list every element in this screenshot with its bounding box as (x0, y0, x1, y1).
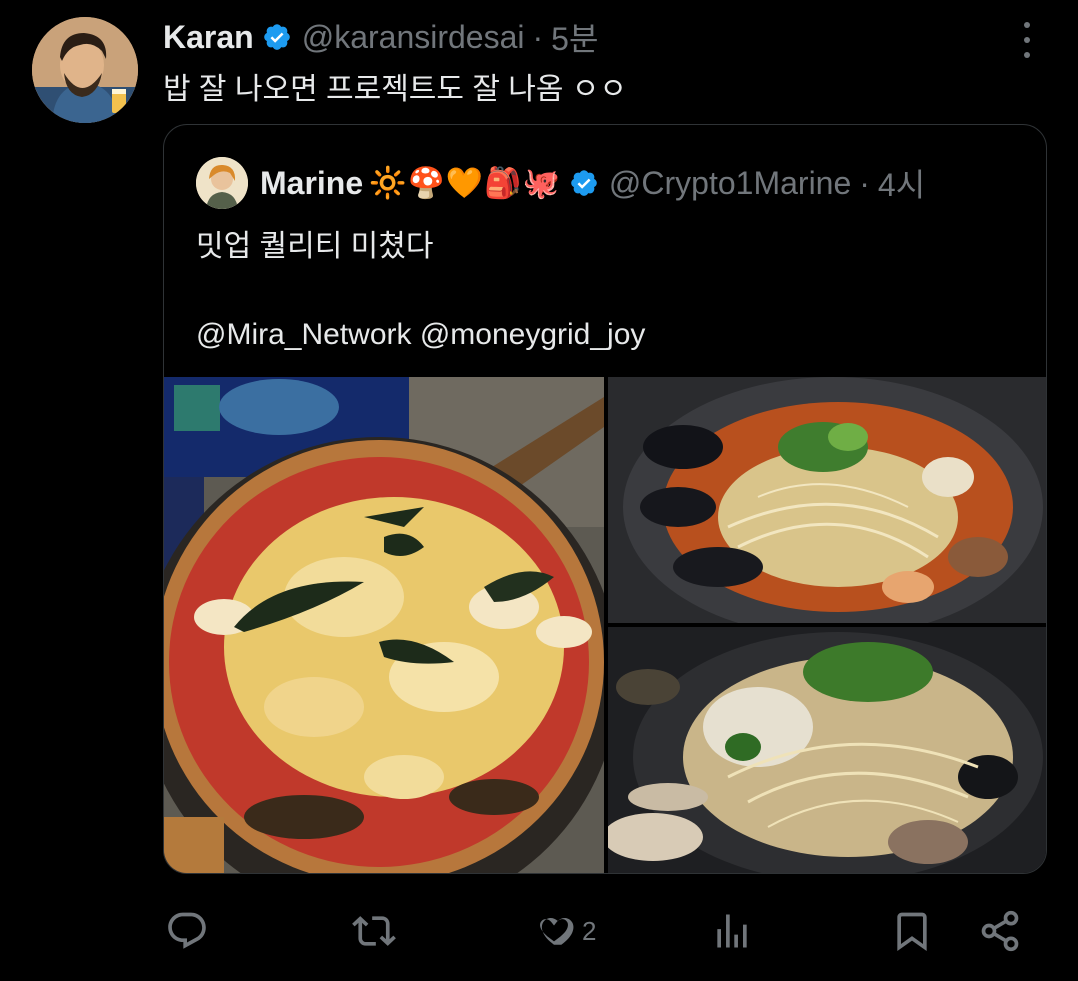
quoted-tweet-header: Marine 🔆🍄🧡🎒🐙 @Crypto1Marine · 4시 (196, 157, 925, 209)
retweet-icon (352, 916, 396, 946)
like-count: 2 (582, 915, 597, 946)
share-icon (981, 910, 1019, 952)
seafood-pasta-photo[interactable] (608, 377, 1046, 623)
views-button[interactable] (710, 896, 754, 966)
share-button[interactable] (978, 896, 1022, 966)
quoted-mentions[interactable]: @Mira_Network @moneygrid_joy (196, 313, 645, 357)
verified-badge-icon (263, 24, 290, 50)
tweet-header: Karan @karansirdesai · 5분 (163, 14, 598, 60)
quoted-author-name[interactable]: Marine (260, 165, 363, 202)
separator-dot: · (532, 18, 544, 55)
more-options-icon[interactable] (1012, 22, 1042, 58)
heart-icon (540, 917, 574, 945)
quoted-author-emojis: 🔆🍄🧡🎒🐙 (369, 165, 561, 201)
author-avatar[interactable] (32, 17, 138, 123)
tweet-text: 밥 잘 나오면 프로젝트도 잘 나옴 ㅇㅇ (163, 73, 628, 106)
verified-badge-icon (571, 170, 597, 196)
quoted-author-handle[interactable]: @Crypto1Marine (609, 165, 851, 202)
quoted-text-line: 밋업 퀄리티 미쳤다 (196, 230, 434, 263)
quoted-tweet-text: 밋업 퀄리티 미쳤다 @Mira_Network @moneygrid_joy (196, 225, 645, 357)
pizza-photo[interactable] (164, 377, 604, 873)
reply-icon (168, 912, 206, 949)
white-pasta-photo[interactable] (608, 627, 1046, 873)
author-handle[interactable]: @karansirdesai (302, 19, 525, 56)
author-name[interactable]: Karan (163, 19, 254, 56)
quoted-author-avatar[interactable] (196, 157, 248, 209)
quoted-timestamp[interactable]: 4시 (878, 160, 925, 206)
retweet-button[interactable] (352, 896, 396, 966)
like-button[interactable]: 2 (532, 896, 596, 966)
media-grid (164, 377, 1046, 873)
tweet-timestamp[interactable]: 5분 (551, 14, 598, 60)
bookmark-button[interactable] (890, 896, 934, 966)
separator-dot: · (859, 164, 870, 201)
reply-button[interactable] (165, 896, 209, 966)
tweet-actions: 2 (0, 896, 1078, 966)
quoted-tweet[interactable]: Marine 🔆🍄🧡🎒🐙 @Crypto1Marine · 4시 밋업 퀄리티 … (163, 124, 1047, 874)
bookmark-icon (897, 912, 927, 952)
analytics-icon (717, 914, 747, 948)
